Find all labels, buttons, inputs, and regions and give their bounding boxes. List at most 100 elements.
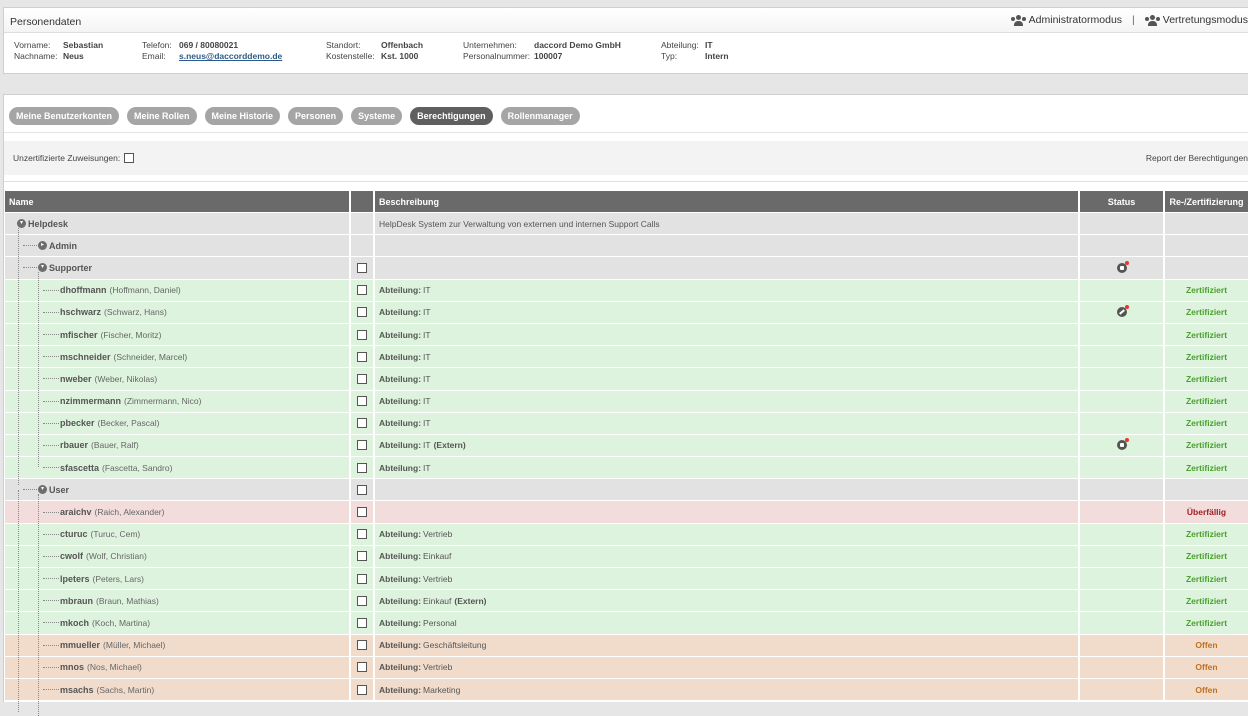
row-full-name: (Fischer, Moritz)	[100, 329, 162, 340]
tab-meine-benutzerkonten[interactable]: Meine Benutzerkonten	[9, 107, 120, 125]
personalnummer-label: Personalnummer:	[463, 51, 531, 61]
certification-status[interactable]: Zertifiziert	[1186, 529, 1227, 539]
row-checkbox[interactable]	[357, 329, 367, 340]
status-cell	[1080, 612, 1165, 634]
tab-berechtigungen[interactable]: Berechtigungen	[410, 107, 493, 125]
tab-meine-historie[interactable]: Meine Historie	[204, 107, 281, 125]
description-value: Vertrieb	[423, 662, 453, 673]
certification-cell: Überfällig	[1165, 501, 1248, 523]
lock-icon[interactable]	[1116, 438, 1129, 451]
row-checkbox[interactable]	[357, 307, 367, 318]
row-name[interactable]: Admin	[49, 241, 77, 251]
header-description[interactable]: Beschreibung	[375, 191, 1080, 212]
mode-links: Administratormodus | Vertretungsmodus	[1010, 14, 1248, 26]
row-checkbox[interactable]	[357, 462, 367, 473]
lock-icon[interactable]	[1116, 260, 1129, 273]
row-name: mnos	[60, 662, 85, 673]
unzertifizierte-checkbox[interactable]	[124, 153, 134, 163]
name-cell: mfischer (Fischer, Moritz)	[5, 323, 351, 346]
certification-cell: Zertifiziert	[1165, 545, 1248, 567]
certification-status[interactable]: Offen	[1195, 640, 1217, 650]
row-checkbox[interactable]	[357, 551, 367, 562]
certification-status[interactable]: Zertifiziert	[1186, 618, 1227, 628]
certification-status[interactable]: Zertifiziert	[1186, 574, 1227, 584]
row-checkbox[interactable]	[357, 351, 367, 362]
proxy-mode-label: Vertretungsmodus	[1162, 14, 1248, 26]
expand-icon[interactable]: ▸	[38, 241, 47, 251]
certification-status[interactable]: Zertifiziert	[1186, 551, 1227, 561]
description-label: Abteilung:	[379, 529, 422, 540]
row-name[interactable]: Helpdesk	[28, 219, 68, 229]
tab-personen[interactable]: Personen	[288, 107, 344, 125]
certification-status[interactable]: Zertifiziert	[1186, 307, 1227, 317]
certification-status[interactable]: Überfällig	[1187, 507, 1226, 517]
name-cell: ▾ Supporter	[5, 257, 351, 279]
row-checkbox[interactable]	[357, 484, 367, 495]
description-value: Marketing	[423, 684, 461, 695]
certification-status[interactable]: Zertifiziert	[1186, 596, 1227, 606]
row-checkbox[interactable]	[357, 529, 367, 540]
row-checkbox[interactable]	[357, 440, 367, 451]
description-cell	[375, 479, 1080, 501]
tree-connector	[43, 378, 59, 380]
email-link[interactable]: s.neus@daccorddemo.de	[179, 51, 282, 61]
certification-cell: Zertifiziert	[1165, 568, 1248, 590]
checkbox-cell	[351, 457, 375, 479]
row-checkbox[interactable]	[357, 595, 367, 606]
certification-cell: Zertifiziert	[1165, 412, 1248, 434]
header-certification[interactable]: Re-/Zertifizierung	[1165, 191, 1248, 212]
certification-status[interactable]: Zertifiziert	[1186, 418, 1227, 428]
unternehmen-label: Unternehmen:	[463, 40, 517, 50]
row-checkbox[interactable]	[357, 573, 367, 584]
certification-status[interactable]: Zertifiziert	[1186, 440, 1227, 450]
row-checkbox[interactable]	[357, 262, 367, 273]
row-full-name: (Sachs, Martin)	[96, 684, 155, 695]
checkbox-cell	[351, 213, 375, 235]
certification-status[interactable]: Offen	[1195, 662, 1217, 672]
report-link[interactable]: Report der Berechtigungen	[1146, 153, 1248, 163]
admin-mode-link[interactable]: Administratormodus	[1010, 14, 1122, 26]
status-cell	[1080, 279, 1165, 301]
certification-status[interactable]: Zertifiziert	[1186, 374, 1227, 384]
row-checkbox[interactable]	[357, 640, 367, 651]
tab-meine-rollen[interactable]: Meine Rollen	[127, 107, 197, 125]
collapse-icon[interactable]: ▾	[38, 485, 47, 495]
tab-rollenmanager[interactable]: Rollenmanager	[500, 107, 580, 125]
row-full-name: (Wolf, Christian)	[86, 551, 147, 562]
tree-connector	[23, 267, 37, 269]
mode-separator: |	[1132, 14, 1135, 26]
collapse-icon[interactable]: ▾	[38, 263, 47, 273]
header-status[interactable]: Status	[1080, 191, 1165, 212]
certification-status[interactable]: Zertifiziert	[1186, 396, 1227, 406]
tab-systeme[interactable]: Systeme	[351, 107, 403, 125]
status-cell	[1080, 213, 1165, 235]
checkbox-cell	[351, 323, 375, 346]
row-name[interactable]: User	[49, 485, 69, 495]
key-icon[interactable]	[1116, 305, 1129, 318]
description-text: HelpDesk System zur Verwaltung von exter…	[379, 218, 660, 229]
row-checkbox[interactable]	[357, 373, 367, 384]
checkbox-cell	[351, 678, 375, 701]
proxy-mode-link[interactable]: Vertretungsmodus	[1144, 14, 1248, 26]
row-checkbox[interactable]	[357, 617, 367, 628]
row-checkbox[interactable]	[357, 396, 367, 407]
certification-status[interactable]: Offen	[1195, 685, 1217, 695]
row-name[interactable]: Supporter	[49, 263, 92, 273]
table-row: cwolf (Wolf, Christian) Abteilung: Einkauf Z…	[5, 544, 1248, 567]
row-checkbox[interactable]	[357, 662, 367, 673]
tab-divider	[4, 132, 1248, 133]
row-checkbox[interactable]	[357, 418, 367, 429]
certification-status[interactable]: Zertifiziert	[1186, 285, 1227, 295]
tree-connector	[43, 400, 59, 402]
certification-cell: Offen	[1165, 634, 1248, 656]
certification-status[interactable]: Zertifiziert	[1186, 330, 1227, 340]
header-name[interactable]: Name	[5, 191, 351, 212]
description-value: Vertrieb	[423, 529, 453, 540]
row-checkbox[interactable]	[357, 684, 367, 695]
row-checkbox[interactable]	[357, 285, 367, 296]
row-checkbox[interactable]	[357, 507, 367, 518]
certification-status[interactable]: Zertifiziert	[1186, 352, 1227, 362]
unternehmen-value: daccord Demo GmbH	[534, 40, 621, 50]
personalnummer-value: 100007	[534, 51, 563, 61]
certification-status[interactable]: Zertifiziert	[1186, 463, 1227, 473]
